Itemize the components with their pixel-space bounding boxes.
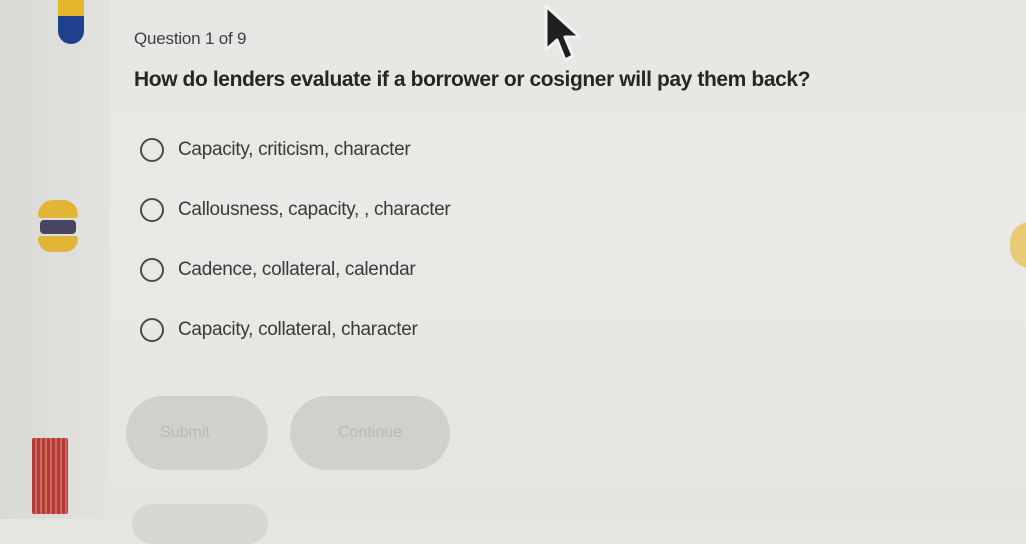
answer-option-label: Capacity, collateral, character [178, 319, 418, 340]
answer-option-1[interactable]: Capacity, criticism, character [140, 138, 411, 162]
answer-option-3[interactable]: Cadence, collateral, calendar [140, 258, 416, 282]
question-text: How do lenders evaluate if a borrower or… [134, 68, 811, 91]
partial-button [132, 504, 268, 544]
submit-button[interactable]: Submit [126, 396, 268, 470]
answer-option-label: Callousness, capacity, , character [178, 199, 451, 220]
radio-unselected-icon[interactable] [140, 198, 164, 222]
arrow-cursor-icon [544, 4, 582, 62]
left-side-strip [0, 0, 110, 519]
radio-unselected-icon[interactable] [140, 258, 164, 282]
answer-option-4[interactable]: Capacity, collateral, character [140, 318, 418, 342]
radio-unselected-icon[interactable] [140, 138, 164, 162]
book-icon [32, 438, 68, 514]
answer-option-2[interactable]: Callousness, capacity, , character [140, 198, 451, 222]
question-counter: Question 1 of 9 [134, 29, 247, 48]
burger-icon [38, 200, 78, 262]
quiz-panel: Question 1 of 9 How do lenders evaluate … [110, 0, 1026, 544]
radio-unselected-icon[interactable] [140, 318, 164, 342]
continue-button[interactable]: Continue [290, 396, 450, 470]
partial-icon-top [58, 0, 84, 44]
answer-option-label: Cadence, collateral, calendar [178, 259, 416, 280]
answer-option-label: Capacity, criticism, character [178, 139, 411, 160]
